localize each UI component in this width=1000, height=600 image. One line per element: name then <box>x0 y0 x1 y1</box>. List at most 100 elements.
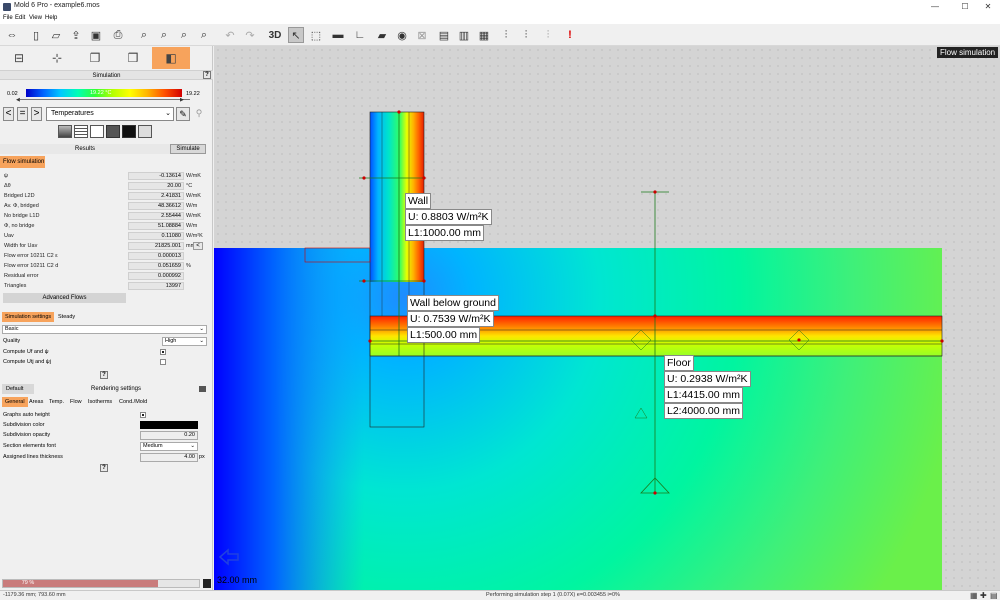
section-font-label: Section elements font <box>3 443 56 449</box>
comment-icon[interactable]: ▰ <box>374 27 390 43</box>
maximize-button[interactable]: ☐ <box>955 1 975 13</box>
render-style-6-icon[interactable] <box>138 125 152 138</box>
result-unit: % <box>186 263 191 269</box>
scale-range-slider[interactable] <box>20 99 190 100</box>
close-button[interactable]: ✕ <box>978 1 998 13</box>
subdivision-opacity-label: Subdivision opacity <box>3 432 51 438</box>
collapse-icon[interactable] <box>199 386 206 392</box>
settings-3-icon[interactable]: ⫶ <box>540 27 556 43</box>
flow-simulation-tab[interactable]: Flow simulation <box>0 156 45 168</box>
tab-isotherms[interactable]: Isotherms <box>85 397 115 407</box>
eyedropper-icon[interactable]: ✎ <box>176 107 190 121</box>
slider-left-handle-icon[interactable]: ◀ <box>16 97 20 103</box>
result-value: 0.11080 <box>128 232 184 240</box>
render-help-button[interactable]: ? <box>100 464 108 472</box>
add-view-icon[interactable]: ✚ <box>980 591 987 600</box>
zoom-in-icon[interactable]: ⌕ <box>156 27 172 43</box>
menu-help[interactable]: Help <box>45 15 57 21</box>
grid-view-icon[interactable]: ▦ <box>970 591 978 600</box>
tab-steady[interactable]: Steady <box>55 312 78 322</box>
advanced-flows-button[interactable]: Advanced Flows <box>3 293 126 303</box>
render-style-3-icon[interactable] <box>90 125 104 138</box>
tab-simulation-settings[interactable]: Simulation settings <box>2 312 55 322</box>
render-style-4-icon[interactable] <box>106 125 120 138</box>
swap-icon[interactable]: ⇔ <box>4 27 20 43</box>
next-view-button[interactable]: > <box>31 107 42 121</box>
drawing-canvas[interactable]: Flow simulation Wall U: 0.8803 W/m²K L1:… <box>214 46 1000 591</box>
render-style-1-icon[interactable] <box>58 125 72 138</box>
settings-help-button[interactable]: ? <box>100 371 108 379</box>
new-file-icon[interactable]: ▯ <box>28 27 44 43</box>
compute-utj-checkbox[interactable] <box>160 359 166 365</box>
materials-mode-tab[interactable]: ❐ <box>76 47 114 69</box>
zoom-fit-icon[interactable]: ⌕ <box>136 27 152 43</box>
layout-view-icon[interactable]: ▤ <box>990 591 998 600</box>
tab-cond-mold[interactable]: Cond./Mold <box>116 397 150 407</box>
thermal-drawing <box>214 110 944 591</box>
save-icon[interactable]: ▣ <box>88 27 104 43</box>
zoom-out-icon[interactable]: ⌕ <box>176 27 192 43</box>
subdivision-color-swatch[interactable] <box>140 421 198 429</box>
select-area-icon[interactable]: ⬚ <box>308 27 324 43</box>
menu-view[interactable]: View <box>29 15 42 21</box>
settings-2-icon[interactable]: ⫶ <box>518 27 534 43</box>
minimize-button[interactable]: — <box>925 1 945 13</box>
compute-utj-label: Compute Utj and ψj <box>3 359 51 365</box>
settings-1-icon[interactable]: ⫶ <box>498 27 514 43</box>
open-folder-icon[interactable]: ▱ <box>48 27 64 43</box>
measure-icon[interactable]: ▬ <box>330 27 346 43</box>
assigned-lines-input[interactable]: 4.00 <box>140 453 198 462</box>
view-type-select[interactable]: Temperatures ⌄ <box>46 107 174 121</box>
pointer-tool-icon[interactable]: ↖ <box>288 27 304 43</box>
width-toggle-button[interactable]: < <box>193 242 203 250</box>
scale-max: 19.22 <box>186 91 200 97</box>
quality-select[interactable]: High ⌄ <box>162 337 207 346</box>
subdivision-opacity-input[interactable]: 0.20 <box>140 431 198 440</box>
pin-icon[interactable]: ⚲ <box>192 107 206 121</box>
equal-view-button[interactable]: = <box>17 107 28 121</box>
menu-edit[interactable]: Edit <box>15 15 25 21</box>
help-button[interactable]: ? <box>203 71 211 79</box>
export-icon[interactable]: ⇪ <box>68 27 84 43</box>
slider-right-handle-icon[interactable]: ▶ <box>180 97 184 103</box>
toolbar: ⇔ ▯ ▱ ⇪ ▣ ⎙ ⌕ ⌕ ⌕ ⌕ ↶ ↷ 3D ↖ ⬚ ▬ ∟ ▰ ◉ ⊠… <box>0 24 1000 46</box>
eye-icon[interactable]: ◉ <box>394 27 410 43</box>
chevron-down-icon: ⌄ <box>165 110 171 117</box>
zoom-window-icon[interactable]: ⌕ <box>196 27 212 43</box>
result-label: Flow error 10211 C2 ε <box>4 253 58 259</box>
prev-view-button[interactable]: < <box>3 107 14 121</box>
tab-flow[interactable]: Flow <box>67 397 85 407</box>
3d-view-button[interactable]: 3D <box>264 27 286 43</box>
render-style-5-icon[interactable] <box>122 125 136 138</box>
print-icon[interactable]: ⎙ <box>110 27 126 43</box>
result-value: 51.08884 <box>128 222 184 230</box>
material-2-icon[interactable]: ▥ <box>456 27 472 43</box>
default-button[interactable]: Default <box>2 384 34 394</box>
tab-general[interactable]: General <box>2 397 28 407</box>
boundary-mode-tab[interactable]: ❒ <box>114 47 152 69</box>
material-1-icon[interactable]: ▤ <box>436 27 452 43</box>
tab-temp[interactable]: Temp. <box>46 397 67 407</box>
warning-icon[interactable]: ! <box>562 27 578 43</box>
material-3-icon[interactable]: ▦ <box>476 27 492 43</box>
menu-file[interactable]: File <box>3 15 13 21</box>
simulation-mode-select[interactable]: Basic ⌄ <box>2 325 207 334</box>
geometry-mode-tab[interactable]: ⊟ <box>0 47 38 69</box>
grid-mode-tab[interactable]: ⊹ <box>38 47 76 69</box>
graphs-auto-height-checkbox[interactable] <box>140 412 146 418</box>
disabled-tool-icon[interactable]: ⊠ <box>414 27 430 43</box>
stop-button[interactable] <box>203 579 211 588</box>
result-unit: W/m <box>186 203 198 209</box>
section-font-select[interactable]: Medium ⌄ <box>140 442 198 451</box>
corner-tool-icon[interactable]: ∟ <box>352 27 368 43</box>
title-bar: Mold 6 Pro - example6.mos — ☐ ✕ <box>0 0 1000 14</box>
render-style-2-icon[interactable] <box>74 125 88 138</box>
compute-uf-checkbox[interactable] <box>160 349 166 355</box>
results-tab[interactable]: Results <box>0 144 170 154</box>
tab-areas[interactable]: Areas <box>26 397 46 407</box>
window-title: Mold 6 Pro - example6.mos <box>14 2 100 9</box>
undo-icon[interactable]: ↶ <box>222 27 238 43</box>
redo-icon[interactable]: ↷ <box>242 27 258 43</box>
simulate-button[interactable]: Simulate <box>170 144 206 154</box>
simulation-mode-tab[interactable]: ◧ <box>152 47 190 69</box>
